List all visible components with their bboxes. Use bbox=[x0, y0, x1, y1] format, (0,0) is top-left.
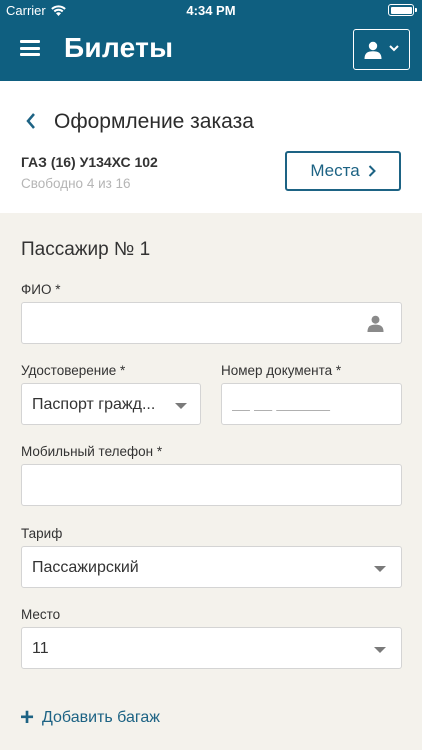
passenger-title: Пассажир № 1 bbox=[21, 239, 151, 260]
full-name-field[interactable] bbox=[21, 302, 402, 344]
doc-number-label: Номер документа * bbox=[221, 363, 342, 378]
phone-label: Мобильный телефон * bbox=[21, 444, 163, 459]
phone-input[interactable] bbox=[22, 465, 401, 505]
full-name-input[interactable] bbox=[22, 303, 401, 343]
chevron-right-icon bbox=[368, 165, 376, 177]
seat-value: 11 bbox=[32, 640, 49, 657]
user-menu-button[interactable] bbox=[353, 29, 410, 70]
seats-button-label: Места bbox=[310, 161, 360, 180]
seat-label: Место bbox=[21, 607, 61, 622]
tariff-value: Пассажирский bbox=[32, 559, 139, 576]
add-baggage-button[interactable]: + Добавить багаж bbox=[20, 704, 160, 731]
page-title: Оформление заказа bbox=[54, 110, 254, 133]
tariff-select[interactable]: Пассажирский bbox=[21, 546, 402, 588]
vehicle-info: ГАЗ (16) У134ХС 102 bbox=[21, 154, 158, 170]
id-doc-value: Паспорт гражд... bbox=[32, 396, 156, 413]
contact-picker-icon[interactable] bbox=[367, 315, 384, 332]
status-bar: Carrier 4:34 PM bbox=[0, 0, 422, 20]
seats-button[interactable]: Места bbox=[285, 151, 401, 191]
doc-number-input[interactable] bbox=[222, 384, 401, 424]
status-time: 4:34 PM bbox=[186, 3, 236, 18]
battery-level bbox=[390, 6, 412, 14]
hamburger-icon-line bbox=[20, 46, 40, 50]
dropdown-caret-icon bbox=[374, 647, 386, 653]
id-doc-select[interactable]: Паспорт гражд... bbox=[21, 383, 201, 425]
hamburger-icon-line bbox=[20, 53, 40, 56]
back-chevron-icon[interactable] bbox=[24, 112, 38, 130]
seat-select[interactable]: 11 bbox=[21, 627, 402, 669]
chevron-down-icon bbox=[389, 45, 399, 52]
phone-field[interactable] bbox=[21, 464, 402, 506]
full-name-label: ФИО * bbox=[21, 282, 61, 297]
doc-number-field[interactable] bbox=[221, 383, 402, 425]
app-bar: Билеты bbox=[0, 20, 422, 81]
add-baggage-label: Добавить багаж bbox=[42, 709, 160, 726]
menu-button[interactable] bbox=[20, 40, 40, 56]
plus-icon: + bbox=[20, 704, 35, 731]
free-seats-info: Свободно 4 из 16 bbox=[21, 176, 131, 191]
tariff-label: Тариф bbox=[21, 526, 63, 541]
hamburger-icon-line bbox=[20, 40, 40, 43]
dropdown-caret-icon bbox=[175, 403, 187, 409]
user-icon bbox=[364, 41, 382, 59]
battery-icon bbox=[388, 4, 417, 16]
dropdown-caret-icon bbox=[374, 566, 386, 572]
order-header: Оформление заказа ГАЗ (16) У134ХС 102 Св… bbox=[0, 81, 422, 213]
id-doc-label: Удостоверение * bbox=[21, 363, 126, 378]
app-title: Билеты bbox=[64, 32, 174, 63]
